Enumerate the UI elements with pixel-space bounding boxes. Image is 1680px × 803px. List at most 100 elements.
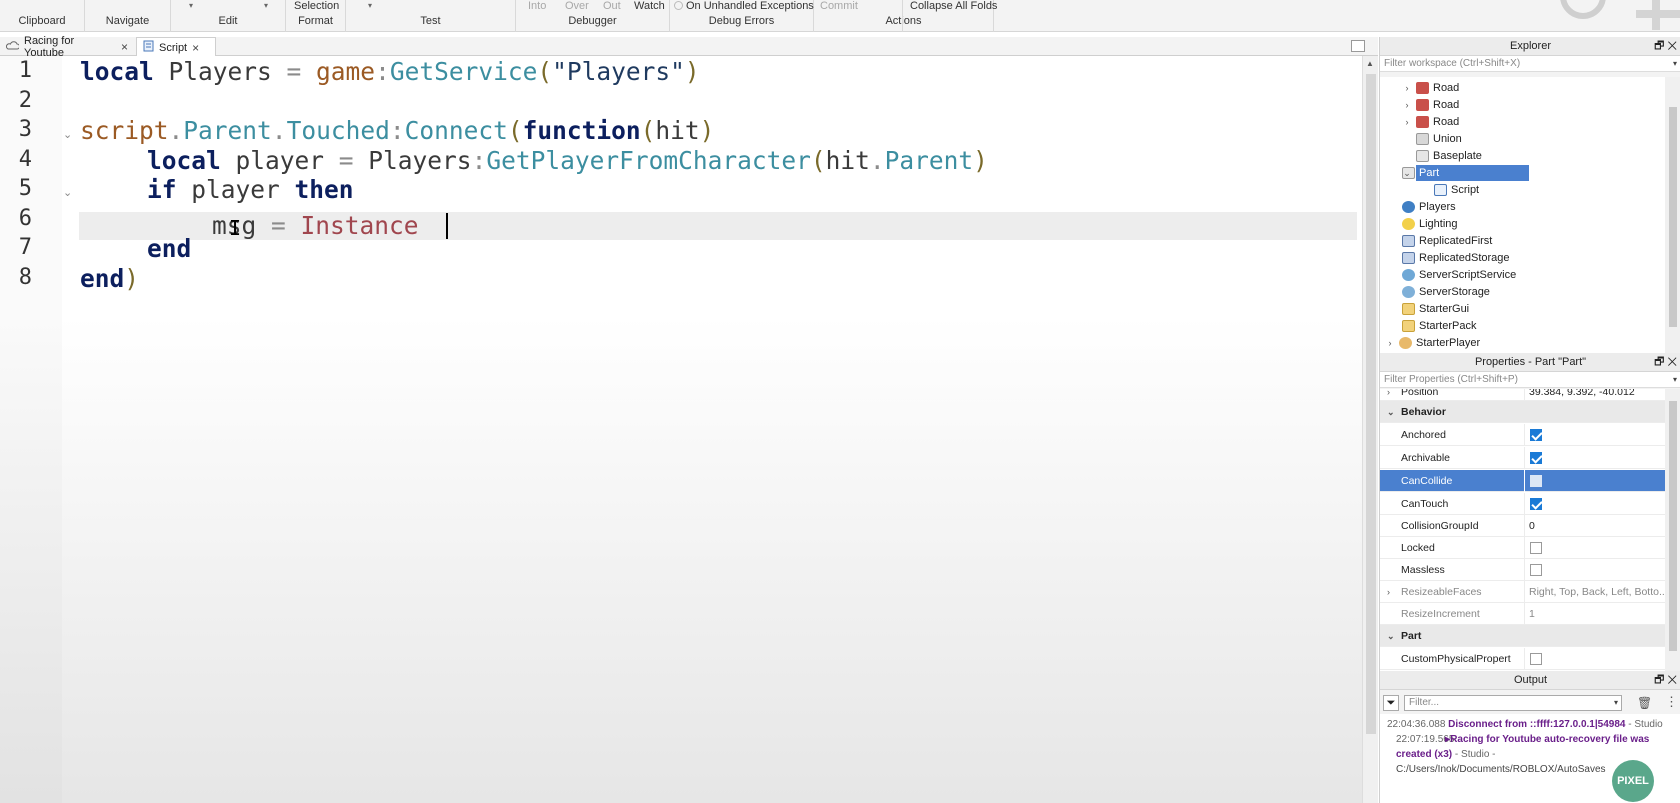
dropdown-arrow-icon[interactable]: ▾ xyxy=(1673,372,1677,388)
scrollbar-thumb[interactable] xyxy=(1669,107,1677,327)
chevron-right-icon[interactable]: › xyxy=(1402,114,1412,130)
scrollbar-thumb[interactable] xyxy=(1366,74,1376,734)
chevron-right-icon[interactable]: › xyxy=(1402,97,1412,113)
tree-item-players[interactable]: Players xyxy=(1402,199,1456,215)
step-out-button[interactable]: Out xyxy=(603,0,621,12)
tab-racing-for-youtube[interactable]: Racing for Youtube × xyxy=(0,35,134,59)
dropdown-arrow-icon[interactable]: ▾ xyxy=(189,1,193,10)
scroll-up-icon[interactable]: ▲ xyxy=(1366,59,1374,68)
close-icon[interactable]: × xyxy=(121,40,128,54)
code-line-7[interactable]: end xyxy=(147,234,191,264)
dropdown-arrow-icon[interactable]: ▾ xyxy=(1673,56,1677,72)
explorer-filter-input[interactable]: Filter workspace (Ctrl+Shift+X) ▾ xyxy=(1380,56,1680,72)
property-category-part[interactable]: ⌄ Part xyxy=(1380,625,1665,647)
step-into-button[interactable]: Into xyxy=(528,0,546,12)
trash-icon[interactable]: 🗑 xyxy=(1637,696,1652,710)
panel-window-buttons[interactable]: 🗗 ✕ xyxy=(1654,671,1677,690)
dropdown-arrow-icon[interactable]: ▾ xyxy=(368,1,372,10)
chevron-right-icon[interactable]: › xyxy=(1387,581,1390,603)
properties-scrollbar[interactable] xyxy=(1665,389,1680,672)
fold-chevron-icon[interactable]: ⌄ xyxy=(63,128,72,141)
code-line-8[interactable]: end) xyxy=(80,264,139,294)
tree-item-replicatedstorage[interactable]: ReplicatedStorage xyxy=(1402,250,1510,266)
step-over-button[interactable]: Over xyxy=(565,0,589,12)
selection-button[interactable]: Selection xyxy=(294,0,339,12)
scrollbar-thumb[interactable] xyxy=(1669,401,1677,651)
tree-item-road[interactable]: › Road xyxy=(1402,80,1459,96)
ribbon-group-navigate[interactable]: Navigate xyxy=(85,0,171,32)
chevron-down-icon[interactable]: ⌄ xyxy=(1387,401,1395,423)
tree-item-baseplate[interactable]: Baseplate xyxy=(1416,148,1482,164)
restore-icon[interactable]: 🗗 xyxy=(1654,40,1664,52)
commit-button[interactable]: Commit xyxy=(820,0,858,12)
filter-icon[interactable]: ⏷ xyxy=(1383,695,1399,711)
checkbox[interactable] xyxy=(1530,653,1542,665)
property-row-anchored[interactable]: Anchored xyxy=(1380,424,1665,446)
collapse-all-folds-button[interactable]: Collapse All Folds xyxy=(910,0,997,12)
properties-filter-input[interactable]: Filter Properties (Ctrl+Shift+P) ▾ xyxy=(1380,372,1680,388)
code-line-1[interactable]: local Players = game:GetService("Players… xyxy=(80,57,700,87)
close-icon[interactable]: ✕ xyxy=(1667,40,1677,52)
checkbox[interactable] xyxy=(1530,564,1542,576)
chevron-right-icon[interactable]: › xyxy=(1402,80,1412,96)
panel-window-buttons[interactable]: 🗗 ✕ xyxy=(1654,37,1677,56)
close-icon[interactable]: × xyxy=(192,41,199,55)
ribbon-group-format[interactable]: Selection Format xyxy=(286,0,346,32)
tree-item-part[interactable]: Part xyxy=(1402,165,1529,181)
property-row-cancollide[interactable]: CanCollide xyxy=(1380,470,1665,492)
code-line-6[interactable]: msg = Instance xyxy=(212,211,419,241)
ribbon-group-test[interactable]: ▾ Test xyxy=(346,0,516,32)
tree-item-road[interactable]: › Road xyxy=(1402,97,1459,113)
checkbox[interactable] xyxy=(1530,498,1542,510)
close-icon[interactable]: ✕ xyxy=(1667,674,1677,686)
chevron-down-icon[interactable]: ⌄ xyxy=(1402,165,1412,181)
checkbox[interactable] xyxy=(1530,452,1542,464)
tree-item-starterpack[interactable]: StarterPack xyxy=(1402,318,1476,334)
dropdown-arrow-icon[interactable]: ▾ xyxy=(1614,696,1618,710)
split-view-icon[interactable] xyxy=(1351,40,1365,52)
dropdown-arrow-icon[interactable]: ▾ xyxy=(264,1,268,10)
output-filter-input[interactable]: Filter... ▾ xyxy=(1404,695,1622,711)
property-row-collisiongroupid[interactable]: CollisionGroupId 0 xyxy=(1380,515,1665,537)
tree-item-serverscriptservice[interactable]: ServerScriptService xyxy=(1402,267,1516,283)
tree-item-replicatedfirst[interactable]: ReplicatedFirst xyxy=(1402,233,1492,249)
code-line-5[interactable]: if player then xyxy=(147,175,354,205)
checkbox[interactable] xyxy=(1530,429,1542,441)
property-row-customphysicalproperties[interactable]: CustomPhysicalPropert xyxy=(1380,648,1665,670)
editor-scrollbar[interactable]: ▲ xyxy=(1362,56,1378,803)
watch-button[interactable]: Watch xyxy=(634,0,665,12)
property-row-archivable[interactable]: Archivable xyxy=(1380,447,1665,469)
code-line-3[interactable]: script.Parent.Touched:Connect(function(h… xyxy=(80,116,714,146)
fold-chevron-icon[interactable]: ⌄ xyxy=(63,186,72,199)
checkbox[interactable] xyxy=(1530,475,1542,487)
property-row-massless[interactable]: Massless xyxy=(1380,559,1665,581)
tree-item-union[interactable]: Union xyxy=(1416,131,1462,147)
tree-item-serverstorage[interactable]: ServerStorage xyxy=(1402,284,1490,300)
on-unhandled-exceptions-option[interactable]: On Unhandled Exceptions xyxy=(674,0,814,12)
property-category-behavior[interactable]: ⌄ Behavior xyxy=(1380,401,1665,423)
restore-icon[interactable]: 🗗 xyxy=(1654,356,1664,368)
chevron-down-icon[interactable]: ⌄ xyxy=(1387,625,1395,647)
property-row-locked[interactable]: Locked xyxy=(1380,537,1665,559)
script-editor[interactable]: 1 2 3 4 5 6 7 8 ⌄ ⌄ local Players = game… xyxy=(0,56,1362,803)
ribbon-group-edit[interactable]: ▾ ▾ Edit xyxy=(171,0,286,32)
tree-item-startergui[interactable]: StarterGui xyxy=(1402,301,1469,317)
property-row-cantouch[interactable]: CanTouch xyxy=(1380,493,1665,515)
ribbon-group-clipboard[interactable]: Clipboard xyxy=(0,0,85,32)
panel-window-buttons[interactable]: 🗗 ✕ xyxy=(1654,353,1677,372)
checkbox[interactable] xyxy=(1530,542,1542,554)
restore-icon[interactable]: 🗗 xyxy=(1654,674,1664,686)
property-value[interactable]: 0 xyxy=(1524,515,1665,537)
tree-item-lighting[interactable]: Lighting xyxy=(1402,216,1458,232)
chevron-right-icon[interactable]: › xyxy=(1385,335,1395,351)
property-row-resizeincrement[interactable]: ResizeIncrement 1 xyxy=(1380,603,1665,625)
property-value[interactable]: 39.384, 9.392, -40.012 xyxy=(1524,389,1665,401)
tree-item-starterplayer[interactable]: › StarterPlayer xyxy=(1385,335,1480,351)
tree-item-script[interactable]: Script xyxy=(1434,182,1479,198)
property-row-position[interactable]: › Position 39.384, 9.392, -40.012 xyxy=(1380,389,1665,401)
close-icon[interactable]: ✕ xyxy=(1667,356,1677,368)
chevron-right-icon[interactable]: › xyxy=(1387,389,1390,401)
explorer-scrollbar[interactable] xyxy=(1665,77,1680,385)
tree-item-road[interactable]: › Road xyxy=(1402,114,1459,130)
more-options-icon[interactable]: ⋮ xyxy=(1665,694,1678,710)
